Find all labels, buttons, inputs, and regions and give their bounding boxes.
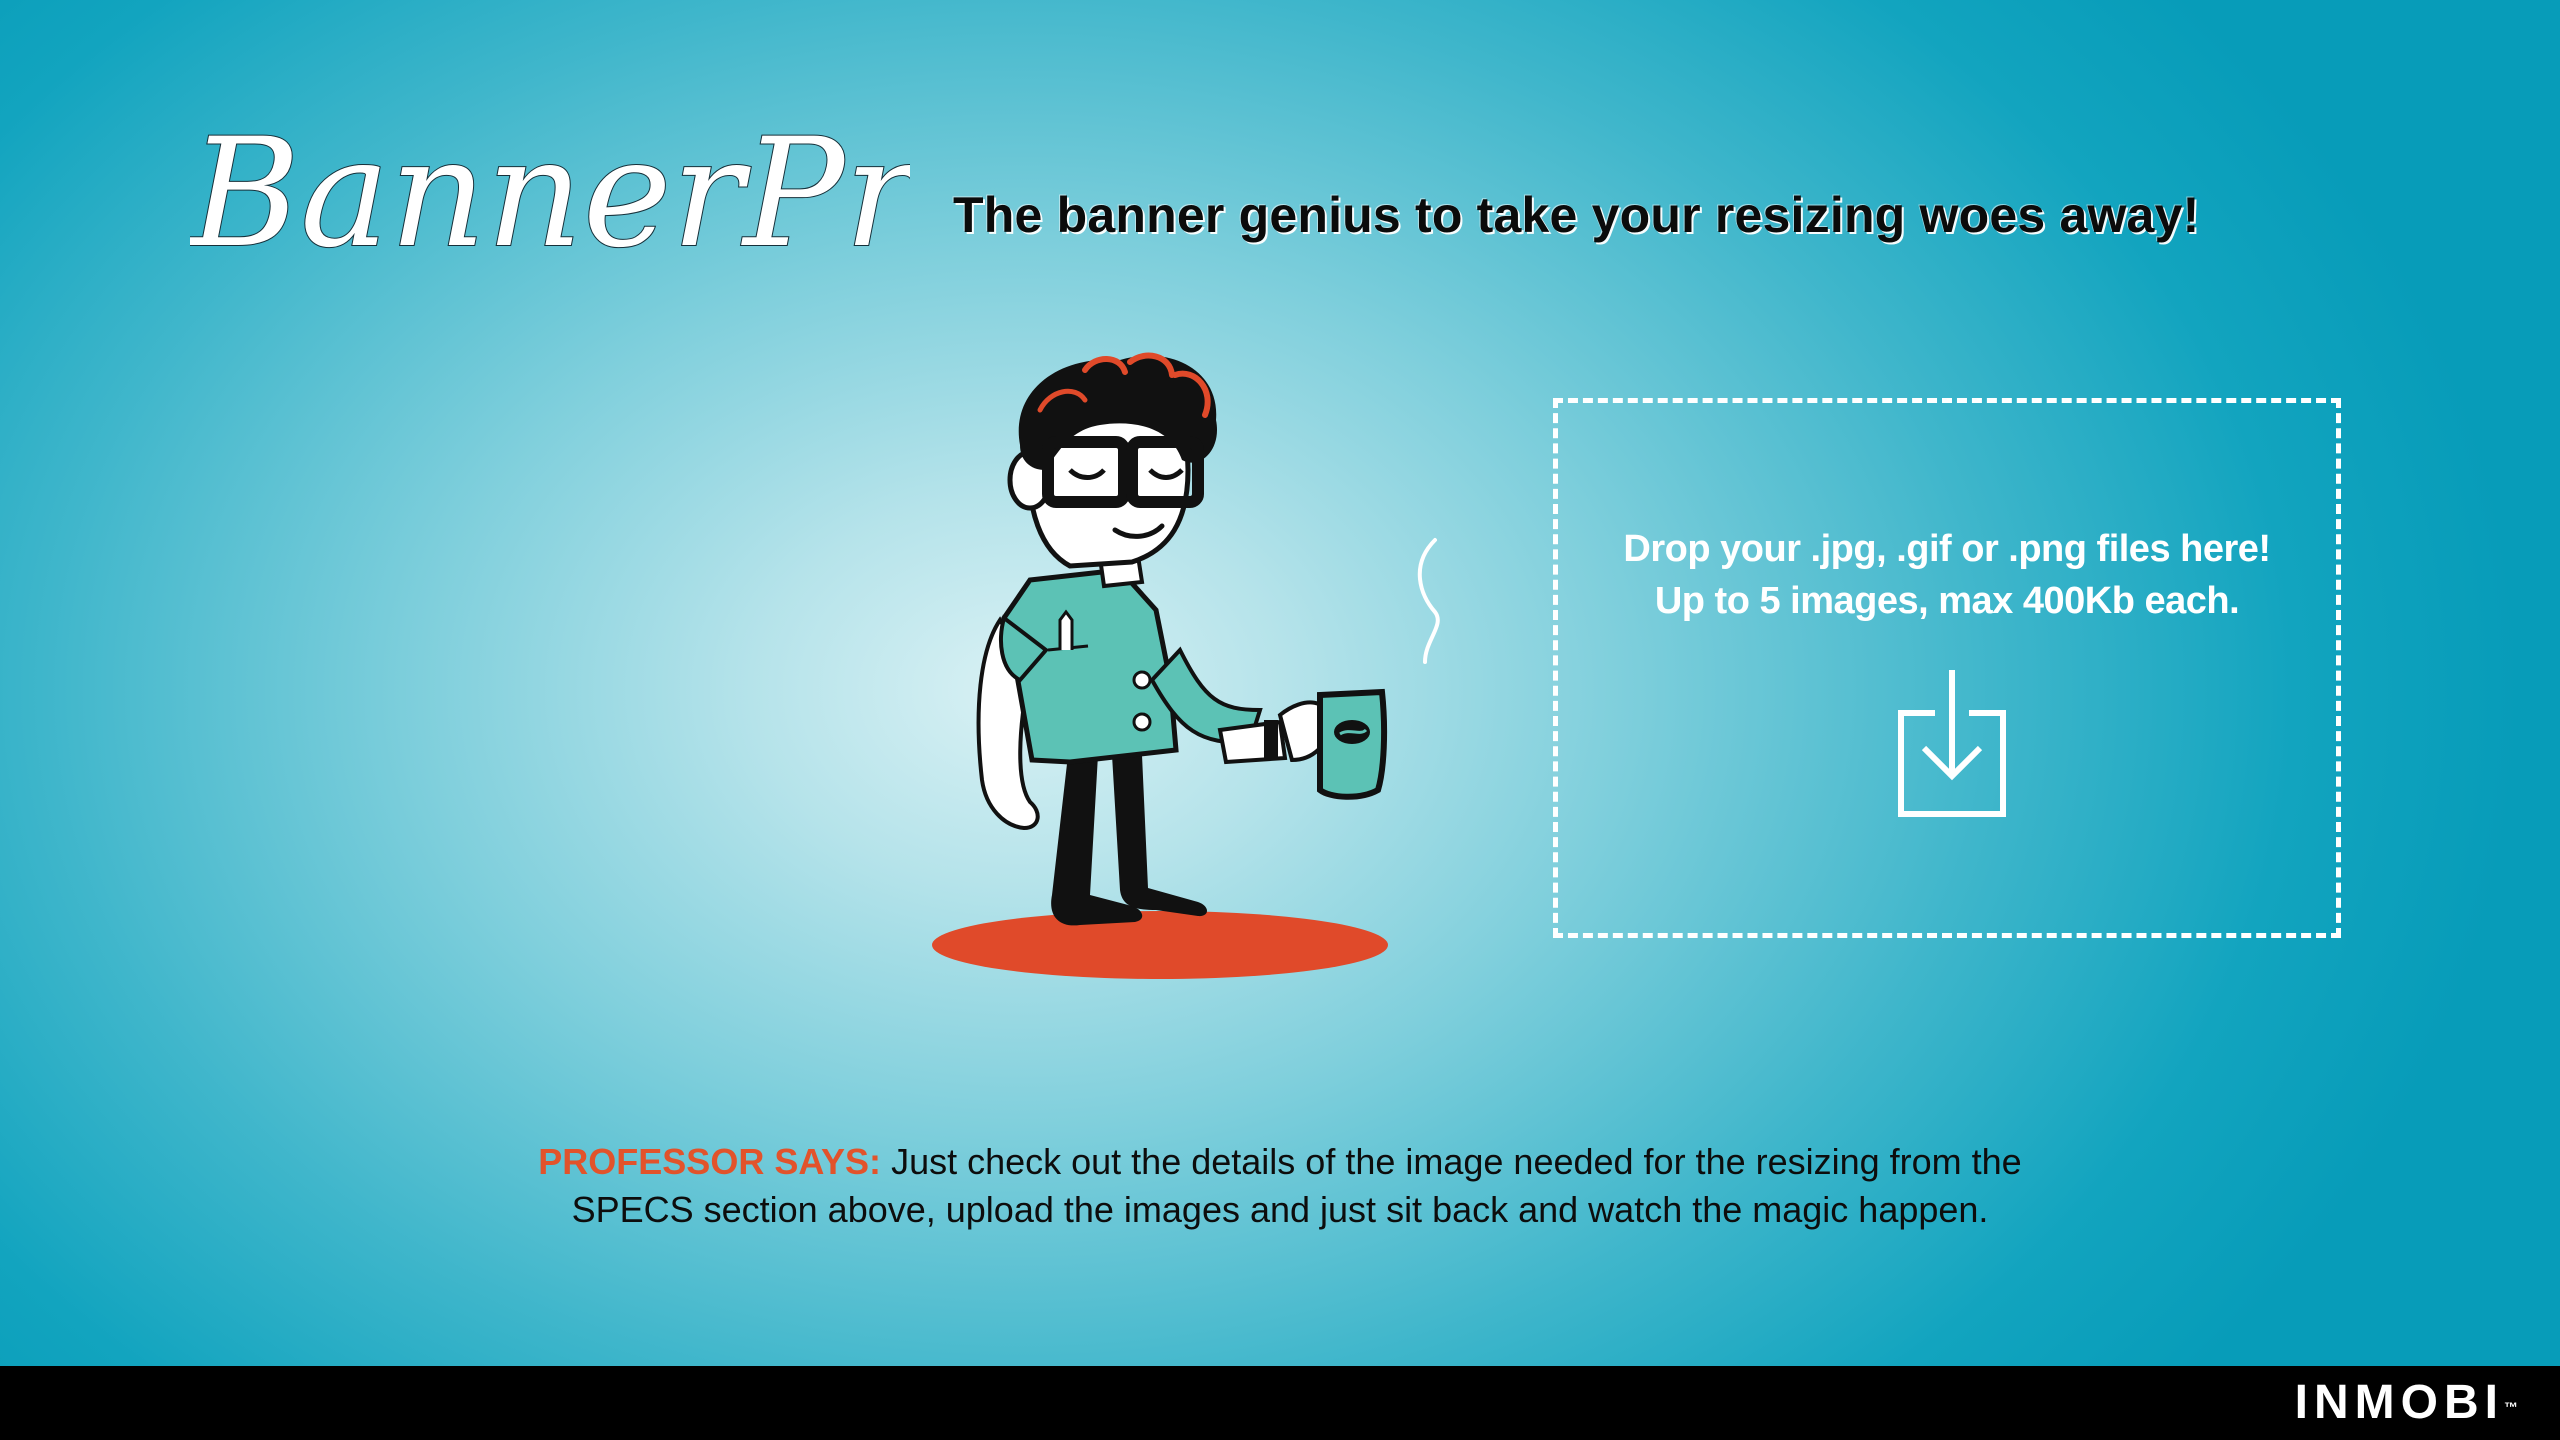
tagline: The banner genius to take your resizing …	[953, 187, 2200, 243]
professor-says-message: PROFESSOR SAYS: Just check out the detai…	[0, 1138, 2560, 1234]
professor-mascot-illustration	[932, 352, 1440, 979]
professor-text-line2: SPECS section above, upload the images a…	[571, 1189, 1989, 1230]
drop-instructions-line2: Up to 5 images, max 400Kb each.	[1654, 580, 2240, 622]
inmobi-logo: INMOBI™	[2295, 1376, 2518, 1430]
footer-bar: INMOBI™	[0, 1366, 2560, 1440]
trademark-symbol: ™	[2504, 1399, 2518, 1415]
professor-line1: PROFESSOR SAYS: Just check out the detai…	[0, 1138, 2560, 1186]
bannerpro-logo: BannerPro	[190, 110, 910, 280]
coffee-mug-icon	[1317, 688, 1388, 800]
steam-icon	[1417, 538, 1440, 664]
logo-text: BannerPro	[190, 110, 910, 280]
file-drop-zone[interactable]: Drop your .jpg, .gif or .png files here!…	[1553, 398, 2341, 938]
professor-text-line1: Just check out the details of the image …	[891, 1141, 2022, 1182]
professor-says-label: PROFESSOR SAYS:	[538, 1141, 882, 1182]
brand-name: INMOBI	[2294, 1376, 2504, 1429]
drop-instructions: Drop your .jpg, .gif or .png files here!…	[1558, 523, 2336, 627]
drop-instructions-line1: Drop your .jpg, .gif or .png files here!	[1623, 528, 2271, 570]
floor-shadow	[932, 911, 1388, 979]
download-tray-icon	[1898, 670, 2006, 817]
